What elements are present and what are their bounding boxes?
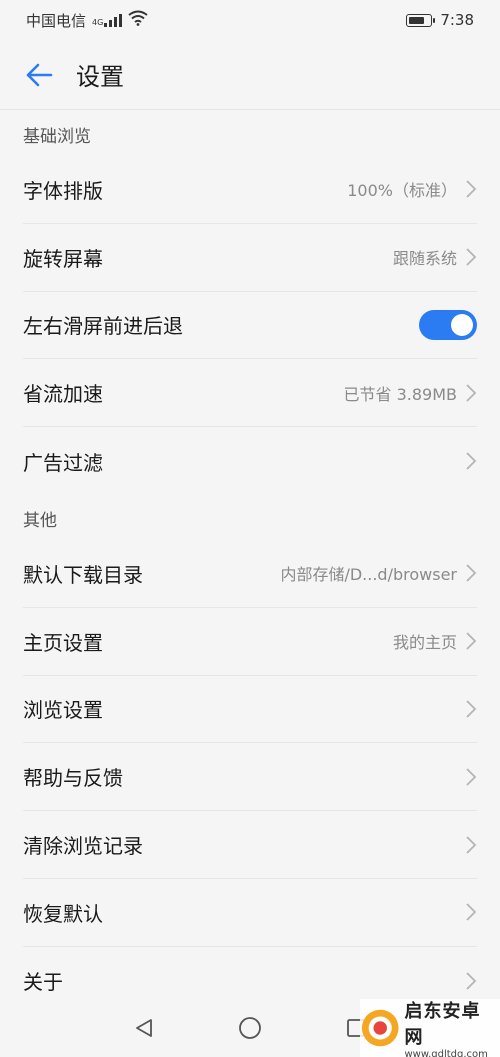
back-arrow-icon[interactable] xyxy=(22,58,56,92)
setting-rotate-screen[interactable]: 旋转屏幕 跟随系统 xyxy=(23,224,477,292)
swipe-navigation-toggle[interactable] xyxy=(419,309,477,340)
carrier-label: 中国电信 xyxy=(26,11,87,30)
setting-label: 关于 xyxy=(23,970,63,995)
chevron-right-icon xyxy=(465,971,477,991)
clock: 7:38 xyxy=(440,11,474,29)
chevron-right-icon xyxy=(465,631,477,651)
network-type: 4G xyxy=(92,18,104,27)
setting-value: 内部存储/D...d/browser xyxy=(280,565,457,585)
setting-homepage[interactable]: 主页设置 我的主页 xyxy=(23,608,477,676)
setting-label: 浏览设置 xyxy=(23,698,103,723)
wifi-icon xyxy=(128,10,148,30)
setting-label: 字体排版 xyxy=(23,178,103,203)
section-header-basic: 基础浏览 xyxy=(23,127,91,147)
site-watermark: 启东安卓网 www.qdltdq.com xyxy=(360,999,500,1057)
setting-download-dir[interactable]: 默认下载目录 内部存储/D...d/browser xyxy=(23,540,477,608)
setting-help-feedback[interactable]: 帮助与反馈 xyxy=(23,743,477,812)
watermark-logo-icon xyxy=(361,1009,399,1047)
setting-value: 我的主页 xyxy=(392,633,457,653)
page-title: 设置 xyxy=(76,63,124,91)
chevron-right-icon xyxy=(465,451,477,471)
setting-clear-history[interactable]: 清除浏览记录 xyxy=(23,811,477,879)
setting-ad-filter[interactable]: 广告过滤 xyxy=(23,427,477,495)
setting-value: 100%（标准） xyxy=(347,181,457,201)
status-bar: 中国电信 4G 7:38 xyxy=(0,0,500,40)
chevron-right-icon xyxy=(465,179,477,199)
chevron-right-icon xyxy=(465,247,477,267)
chevron-right-icon xyxy=(465,767,477,787)
chevron-right-icon xyxy=(465,699,477,719)
setting-browsing[interactable]: 浏览设置 xyxy=(23,676,477,744)
status-left: 中国电信 4G xyxy=(26,10,148,31)
chevron-right-icon xyxy=(465,383,477,403)
watermark-url: www.qdltdq.com xyxy=(404,1048,488,1057)
signal-icon: 4G xyxy=(92,13,123,27)
settings-list: 基础浏览 字体排版 100%（标准） 旋转屏幕 跟随系统 左右滑屏前进后退 省流… xyxy=(0,111,500,1015)
setting-label: 省流加速 xyxy=(23,382,103,407)
chevron-right-icon xyxy=(465,563,477,583)
home-circle-icon[interactable] xyxy=(237,1015,263,1041)
section-header-other: 其他 xyxy=(23,510,57,531)
setting-font-layout[interactable]: 字体排版 100%（标准） xyxy=(23,156,477,224)
setting-restore-default[interactable]: 恢复默认 xyxy=(23,879,477,947)
chevron-right-icon xyxy=(465,902,477,922)
setting-swipe-navigation: 左右滑屏前进后退 xyxy=(23,292,477,360)
setting-label: 默认下载目录 xyxy=(23,562,143,587)
setting-label: 主页设置 xyxy=(23,630,103,655)
chevron-right-icon xyxy=(465,835,477,855)
battery-icon xyxy=(406,13,436,27)
app-header: 设置 xyxy=(0,40,500,110)
setting-value: 跟随系统 xyxy=(392,249,457,269)
watermark-title: 启东安卓网 xyxy=(404,1000,481,1048)
setting-label: 旋转屏幕 xyxy=(23,246,103,271)
setting-value: 已节省 3.89MB xyxy=(343,384,458,404)
setting-label: 广告过滤 xyxy=(23,450,103,475)
status-right: 7:38 xyxy=(406,11,474,29)
setting-label: 左右滑屏前进后退 xyxy=(23,314,183,339)
setting-data-saver[interactable]: 省流加速 已节省 3.89MB xyxy=(23,359,477,428)
setting-label: 清除浏览记录 xyxy=(23,834,143,859)
back-triangle-icon[interactable] xyxy=(131,1015,157,1041)
setting-label: 帮助与反馈 xyxy=(23,766,123,791)
setting-label: 恢复默认 xyxy=(23,901,103,926)
